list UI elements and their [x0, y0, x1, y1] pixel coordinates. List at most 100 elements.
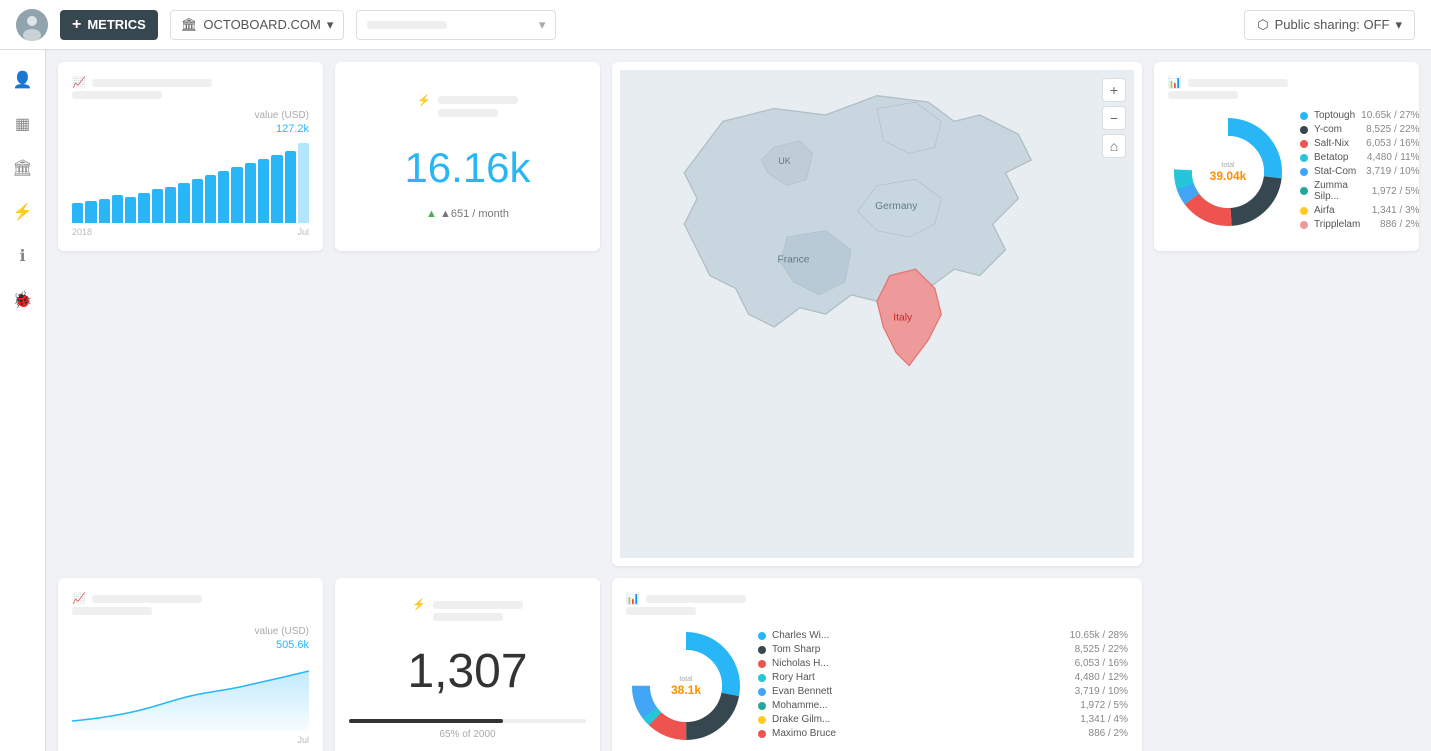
top-companies-title: 📊 [1168, 76, 1405, 89]
rory-hart-name: Rory Hart [772, 672, 1069, 683]
tom-sharp-val: 8,525 / 22% [1075, 644, 1128, 655]
legend-name: Maximo Bruce [772, 728, 1083, 739]
filter-dropdown[interactable]: ▾ [356, 10, 556, 40]
sidebar-icon-bug[interactable]: 🐞 [5, 282, 41, 318]
tom-sharp-name: Tom Sharp [772, 644, 1069, 655]
legend-item: Mohamme... 1,972 / 5% [758, 700, 1128, 711]
legend-val: 3,719 / 10% [1366, 166, 1419, 177]
pipeline-value: 505.6k [72, 639, 309, 651]
top-companies-card: 📊 [1154, 62, 1419, 251]
legend-name: Airfa [1314, 205, 1366, 216]
europe-map-svg: France Italy Germany UK [620, 70, 1134, 558]
share-button[interactable]: ⬡ Public sharing: OFF ▾ [1244, 10, 1415, 40]
main-layout: 👤 ▦ 🏛 ⚡ ℹ 🐞 📈 value (USD) 127.2k [0, 50, 1431, 751]
progress-fill [349, 719, 503, 723]
chevron-down-icon-share: ▾ [1395, 17, 1402, 33]
metrics-label: METRICS [87, 17, 146, 32]
sellers-gauge-row: total 38.1k Charles Wi...10.65k / 28% To… [626, 626, 1128, 746]
legend-item: Nicholas H...6,053 / 16% [758, 658, 1128, 669]
legend-name: Charles Wi... [772, 630, 1064, 641]
legend-val: 6,053 / 16% [1075, 658, 1128, 669]
sellers-title-blur [646, 595, 746, 603]
legend-name: Mohamme... [772, 700, 1074, 711]
companies-donut: total 39.04k [1168, 112, 1288, 232]
sidebar: 👤 ▦ 🏛 ⚡ ℹ 🐞 [0, 50, 46, 751]
map-controls: + − ⌂ [1102, 78, 1126, 158]
sidebar-icon-lightning[interactable]: ⚡ [5, 194, 41, 230]
legend-item: Rory Hart4,480 / 12% [758, 672, 1128, 683]
value-label: value (USD) [72, 110, 309, 121]
svg-text:Italy: Italy [893, 313, 913, 324]
legend-val: 1,972 / 5% [1372, 186, 1419, 197]
svg-text:Germany: Germany [875, 201, 918, 212]
zoom-in-button[interactable]: + [1102, 78, 1126, 102]
zoom-out-button[interactable]: − [1102, 106, 1126, 130]
legend-val: 886 / 2% [1089, 728, 1128, 739]
subscribers-title: ⚡ [417, 94, 517, 107]
title-blur [92, 79, 212, 87]
chart-icon: 📈 [72, 76, 86, 89]
svg-text:38.1k: 38.1k [671, 683, 701, 697]
sidebar-icon-user[interactable]: 👤 [5, 62, 41, 98]
subtitle-blur2 [438, 109, 498, 117]
main-content: 📈 value (USD) 127.2k [46, 50, 1431, 751]
top-sellers-card: 📊 total [612, 578, 1142, 751]
legend-item: Tom Sharp 8,525 / 22% [758, 644, 1128, 655]
map-placeholder: + − ⌂ [620, 70, 1134, 558]
pipeline-title-blur [92, 595, 202, 603]
legend-val: 8,525 / 22% [1366, 124, 1419, 135]
svg-text:39.04k: 39.04k [1210, 169, 1247, 183]
legend-val: 3,719 / 10% [1075, 686, 1128, 697]
stripe-icon: ⚡ [417, 94, 431, 107]
board-label: OCTOBOARD.COM [203, 17, 321, 32]
meta-text: ▲651 / month [440, 208, 509, 220]
legend-name: Zumma Silp... [1314, 180, 1366, 202]
deals-title-blur [433, 601, 523, 609]
mid-row: 📈 value (USD) 505.6k [58, 578, 1419, 751]
new-deals-progress-bar [349, 719, 586, 723]
legend-item: Toptough10.65k / 27% [1300, 110, 1419, 121]
legend-item: Betatop4,480 / 11% [1300, 152, 1419, 163]
pipeline-chart-labels: Jul [72, 735, 309, 745]
legend-item: Y-com8,525 / 22% [1300, 124, 1419, 135]
new-deals-subtitle [433, 613, 503, 624]
legend-item: Charles Wi...10.65k / 28% [758, 630, 1128, 641]
revenue-chart-labels: 2018Jul [72, 227, 309, 237]
sidebar-icon-dashboard[interactable]: ▦ [5, 106, 41, 142]
top-revenue-card: 📈 value (USD) 127.2k [58, 62, 323, 251]
top-sellers-title: 📊 [626, 592, 1128, 605]
legend-val: 1,972 / 5% [1080, 700, 1128, 711]
chevron-down-icon: ▾ [327, 17, 334, 33]
top-companies-subtitle [1168, 91, 1405, 102]
deals-subtitle-blur [433, 613, 503, 621]
pipeline-chart-svg [72, 651, 309, 731]
nav-logo [16, 9, 48, 41]
legend-item: Airfa1,341 / 3% [1300, 205, 1419, 216]
legend-item: Tripplelam886 / 2% [1300, 219, 1419, 230]
pipeline-title: 📈 [72, 592, 309, 605]
pipeline-icon: 📈 [72, 592, 86, 605]
sidebar-icon-building[interactable]: 🏛 [5, 150, 41, 186]
pipeline-value-label: value (USD) [72, 626, 309, 637]
home-button[interactable]: ⌂ [1102, 134, 1126, 158]
legend-name: Tripplelam [1314, 219, 1374, 230]
metrics-button[interactable]: + METRICS [60, 10, 158, 40]
legend-name: Stat-Com [1314, 166, 1360, 177]
top-revenue-title: 📈 [72, 76, 309, 89]
revenue-value: 127.2k [72, 123, 309, 135]
legend-val: 4,480 / 11% [1367, 152, 1419, 163]
legend-val: 6,053 / 16% [1366, 138, 1419, 149]
board-dropdown[interactable]: 🏛 OCTOBOARD.COM ▾ [170, 10, 345, 40]
companies-gauge-row: total 39.04k Toptough10.65k / 27% Y-com8… [1168, 110, 1405, 233]
legend-item: Zumma Silp... 1,972 / 5% [1300, 180, 1419, 202]
subscribers-card: ⚡ 16.16k ▲ ▲651 / month [335, 62, 600, 251]
legend-item: Stat-Com 3,719 / 10% [1300, 166, 1419, 177]
svg-text:UK: UK [778, 156, 790, 166]
map-card: + − ⌂ [612, 62, 1142, 566]
legend-item: Evan Bennett3,719 / 10% [758, 686, 1128, 697]
share-label: Public sharing: OFF [1275, 17, 1390, 32]
sellers-legend: Charles Wi...10.65k / 28% Tom Sharp 8,525… [758, 630, 1128, 742]
sellers-subtitle-blur [626, 607, 696, 615]
sidebar-icon-info[interactable]: ℹ [5, 238, 41, 274]
top-revenue-subtitle [72, 91, 309, 102]
